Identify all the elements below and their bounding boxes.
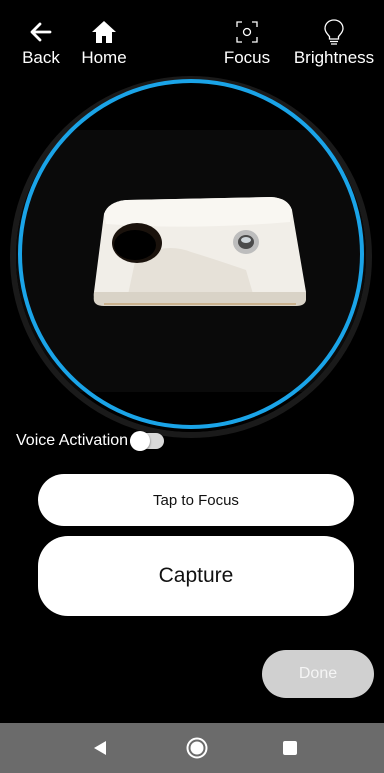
system-navigation-bar <box>0 723 384 773</box>
square-recents-icon[interactable] <box>270 723 310 773</box>
focus-frame-icon <box>235 18 259 46</box>
triangle-back-icon[interactable] <box>80 723 120 773</box>
circle-home-icon[interactable] <box>177 723 217 773</box>
home-label: Home <box>81 48 127 67</box>
home-button[interactable]: Home <box>76 18 132 68</box>
capture-button[interactable]: Capture <box>38 536 354 616</box>
tap-to-focus-button[interactable]: Tap to Focus <box>38 474 354 526</box>
arrow-left-icon <box>30 18 52 46</box>
brightness-label: Brightness <box>293 48 375 67</box>
top-toolbar: Back Home Focus Brightness <box>0 0 384 78</box>
voice-activation-label: Voice Activation <box>16 432 129 449</box>
toggle-knob <box>130 431 151 451</box>
focus-button[interactable]: Focus <box>218 18 276 68</box>
brightness-button[interactable]: Brightness <box>288 18 380 68</box>
done-button[interactable]: Done <box>262 650 374 698</box>
back-label: Back <box>22 48 60 67</box>
lightbulb-icon <box>323 18 345 46</box>
voice-activation-toggle[interactable] <box>130 431 165 451</box>
focus-ring <box>18 79 364 429</box>
home-icon <box>91 18 117 46</box>
voice-activation-row: Voice Activation <box>16 430 165 452</box>
camera-preview[interactable] <box>10 76 372 438</box>
focus-label: Focus <box>223 48 271 67</box>
back-button[interactable]: Back <box>18 18 64 68</box>
